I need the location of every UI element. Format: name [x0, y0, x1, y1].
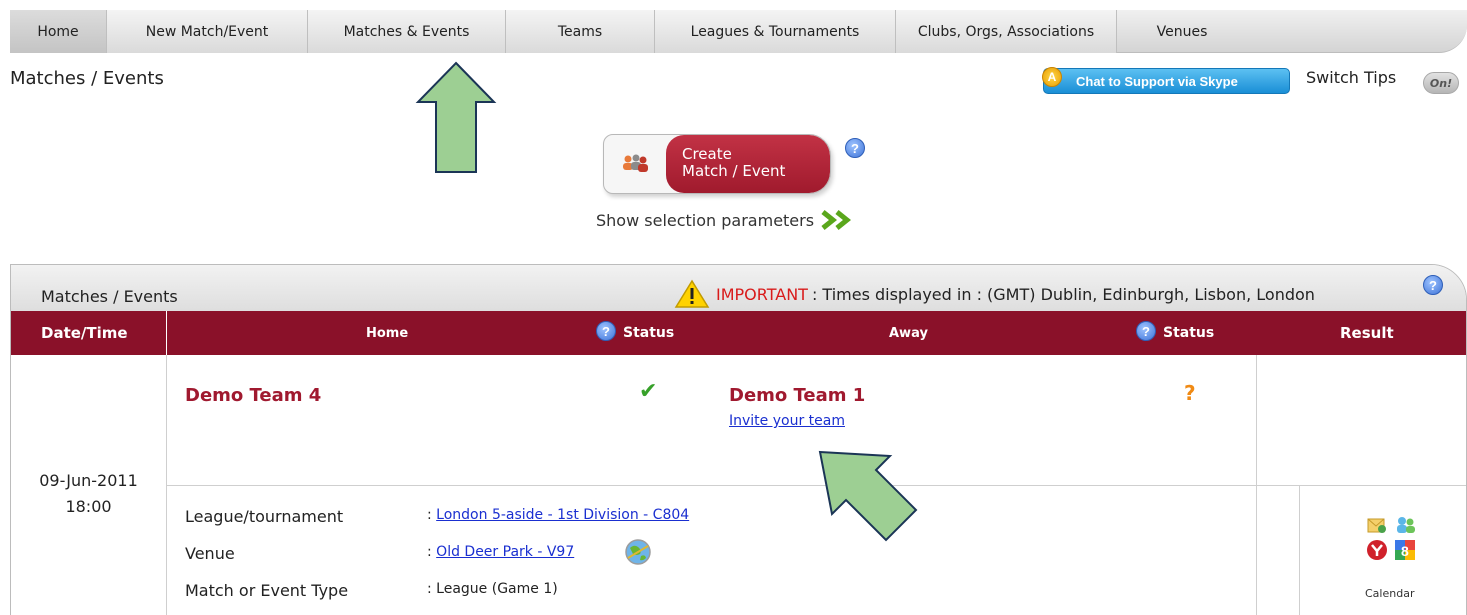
- globe-map-icon[interactable]: [624, 538, 652, 566]
- nav-leagues-tournaments[interactable]: Leagues & Tournaments: [655, 10, 896, 53]
- double-chevron-right-icon: [821, 210, 852, 230]
- venue-link[interactable]: Old Deer Park - V97: [436, 544, 574, 560]
- event-type-label: Match or Event Type: [185, 581, 349, 600]
- nav-matches-events[interactable]: Matches & Events: [308, 10, 506, 53]
- venue-value: : Old Deer Park - V97: [427, 544, 575, 560]
- timezone-help-icon[interactable]: ?: [1423, 275, 1443, 295]
- skype-support-button[interactable]: A Chat to Support via Skype: [1042, 67, 1290, 94]
- timezone-notice: IMPORTANT : Times displayed in : (GMT) D…: [674, 279, 1315, 309]
- row-divider: [1299, 485, 1300, 615]
- up-arrow-icon: [415, 61, 497, 173]
- home-team-name[interactable]: Demo Team 4: [185, 385, 321, 406]
- away-status-help-icon[interactable]: ?: [1136, 321, 1156, 341]
- skype-badge-icon: A: [1042, 67, 1062, 87]
- create-match-event-label: Create Match / Event: [666, 135, 830, 193]
- create-help-icon[interactable]: ?: [845, 138, 865, 158]
- match-date: 09-Jun-2011: [39, 471, 138, 490]
- yahoo-calendar-icon[interactable]: [1366, 539, 1388, 561]
- create-line-1: Create: [682, 145, 732, 163]
- outlook-calendar-icon[interactable]: [1366, 515, 1388, 535]
- diagonal-arrow-icon: [818, 450, 918, 542]
- event-type-value: : League (Game 1): [427, 581, 558, 597]
- warning-icon: [674, 279, 710, 308]
- event-type-text: League (Game 1): [436, 581, 558, 597]
- col-result: Result: [1340, 324, 1394, 342]
- people-group-icon: [604, 135, 666, 193]
- show-params-label: Show selection parameters: [596, 210, 815, 230]
- home-status-help-icon[interactable]: ?: [596, 321, 616, 341]
- col-away-status: Status: [1163, 325, 1215, 341]
- switch-tips-label: Switch Tips: [1306, 68, 1397, 87]
- create-line-2: Match / Event: [682, 162, 786, 180]
- timezone-text: : Times displayed in : (GMT) Dublin, Edi…: [811, 284, 1315, 304]
- match-time: 18:00: [65, 497, 112, 516]
- show-selection-parameters-link[interactable]: Show selection parameters: [596, 210, 854, 230]
- calendar-label: Calendar: [1365, 587, 1415, 600]
- main-nav: Home New Match/Event Matches & Events Te…: [10, 10, 1467, 53]
- tips-toggle[interactable]: On!: [1423, 72, 1459, 94]
- contacts-calendar-icon[interactable]: [1394, 515, 1416, 535]
- important-label: IMPORTANT: [716, 284, 808, 304]
- col-away: Away: [889, 325, 928, 341]
- col-datetime: Date/Time: [41, 324, 128, 342]
- nav-venues[interactable]: Venues: [1117, 10, 1247, 53]
- google-calendar-icon[interactable]: 8: [1394, 539, 1416, 561]
- away-team-name[interactable]: Demo Team 1: [729, 385, 865, 406]
- nav-new-match-event[interactable]: New Match/Event: [107, 10, 308, 53]
- question-mark-icon: ?: [1184, 381, 1196, 405]
- table-row: 09-Jun-2011 18:00 Demo Team 4 ✔ Demo Tea…: [11, 355, 1466, 615]
- invite-team-link[interactable]: Invite your team: [729, 413, 845, 429]
- league-value: : London 5-aside - 1st Division - C804: [427, 507, 690, 523]
- col-home: Home: [366, 325, 409, 341]
- venue-label: Venue: [185, 544, 235, 563]
- svg-text:8: 8: [1401, 543, 1409, 559]
- league-link[interactable]: London 5-aside - 1st Division - C804: [436, 507, 689, 523]
- panel-titlebar: Matches / Events IMPORTANT : Times displ…: [11, 265, 1466, 311]
- col-home-status: Status: [623, 325, 675, 341]
- nav-home[interactable]: Home: [10, 10, 107, 53]
- skype-support-label: Chat to Support via Skype: [1076, 73, 1238, 89]
- matches-panel: Matches / Events IMPORTANT : Times displ…: [10, 264, 1467, 615]
- league-label: League/tournament: [185, 507, 344, 526]
- header-divider: [166, 311, 167, 355]
- page-title: Matches / Events: [10, 68, 164, 89]
- checkmark-icon: ✔: [639, 379, 658, 404]
- create-match-event-button[interactable]: Create Match / Event: [603, 134, 831, 194]
- nav-clubs-orgs-associations[interactable]: Clubs, Orgs, Associations: [896, 10, 1117, 53]
- nav-teams[interactable]: Teams: [506, 10, 655, 53]
- table-header: Date/Time Home ? Status Away ? Status Re…: [11, 311, 1466, 355]
- panel-title: Matches / Events: [41, 287, 178, 306]
